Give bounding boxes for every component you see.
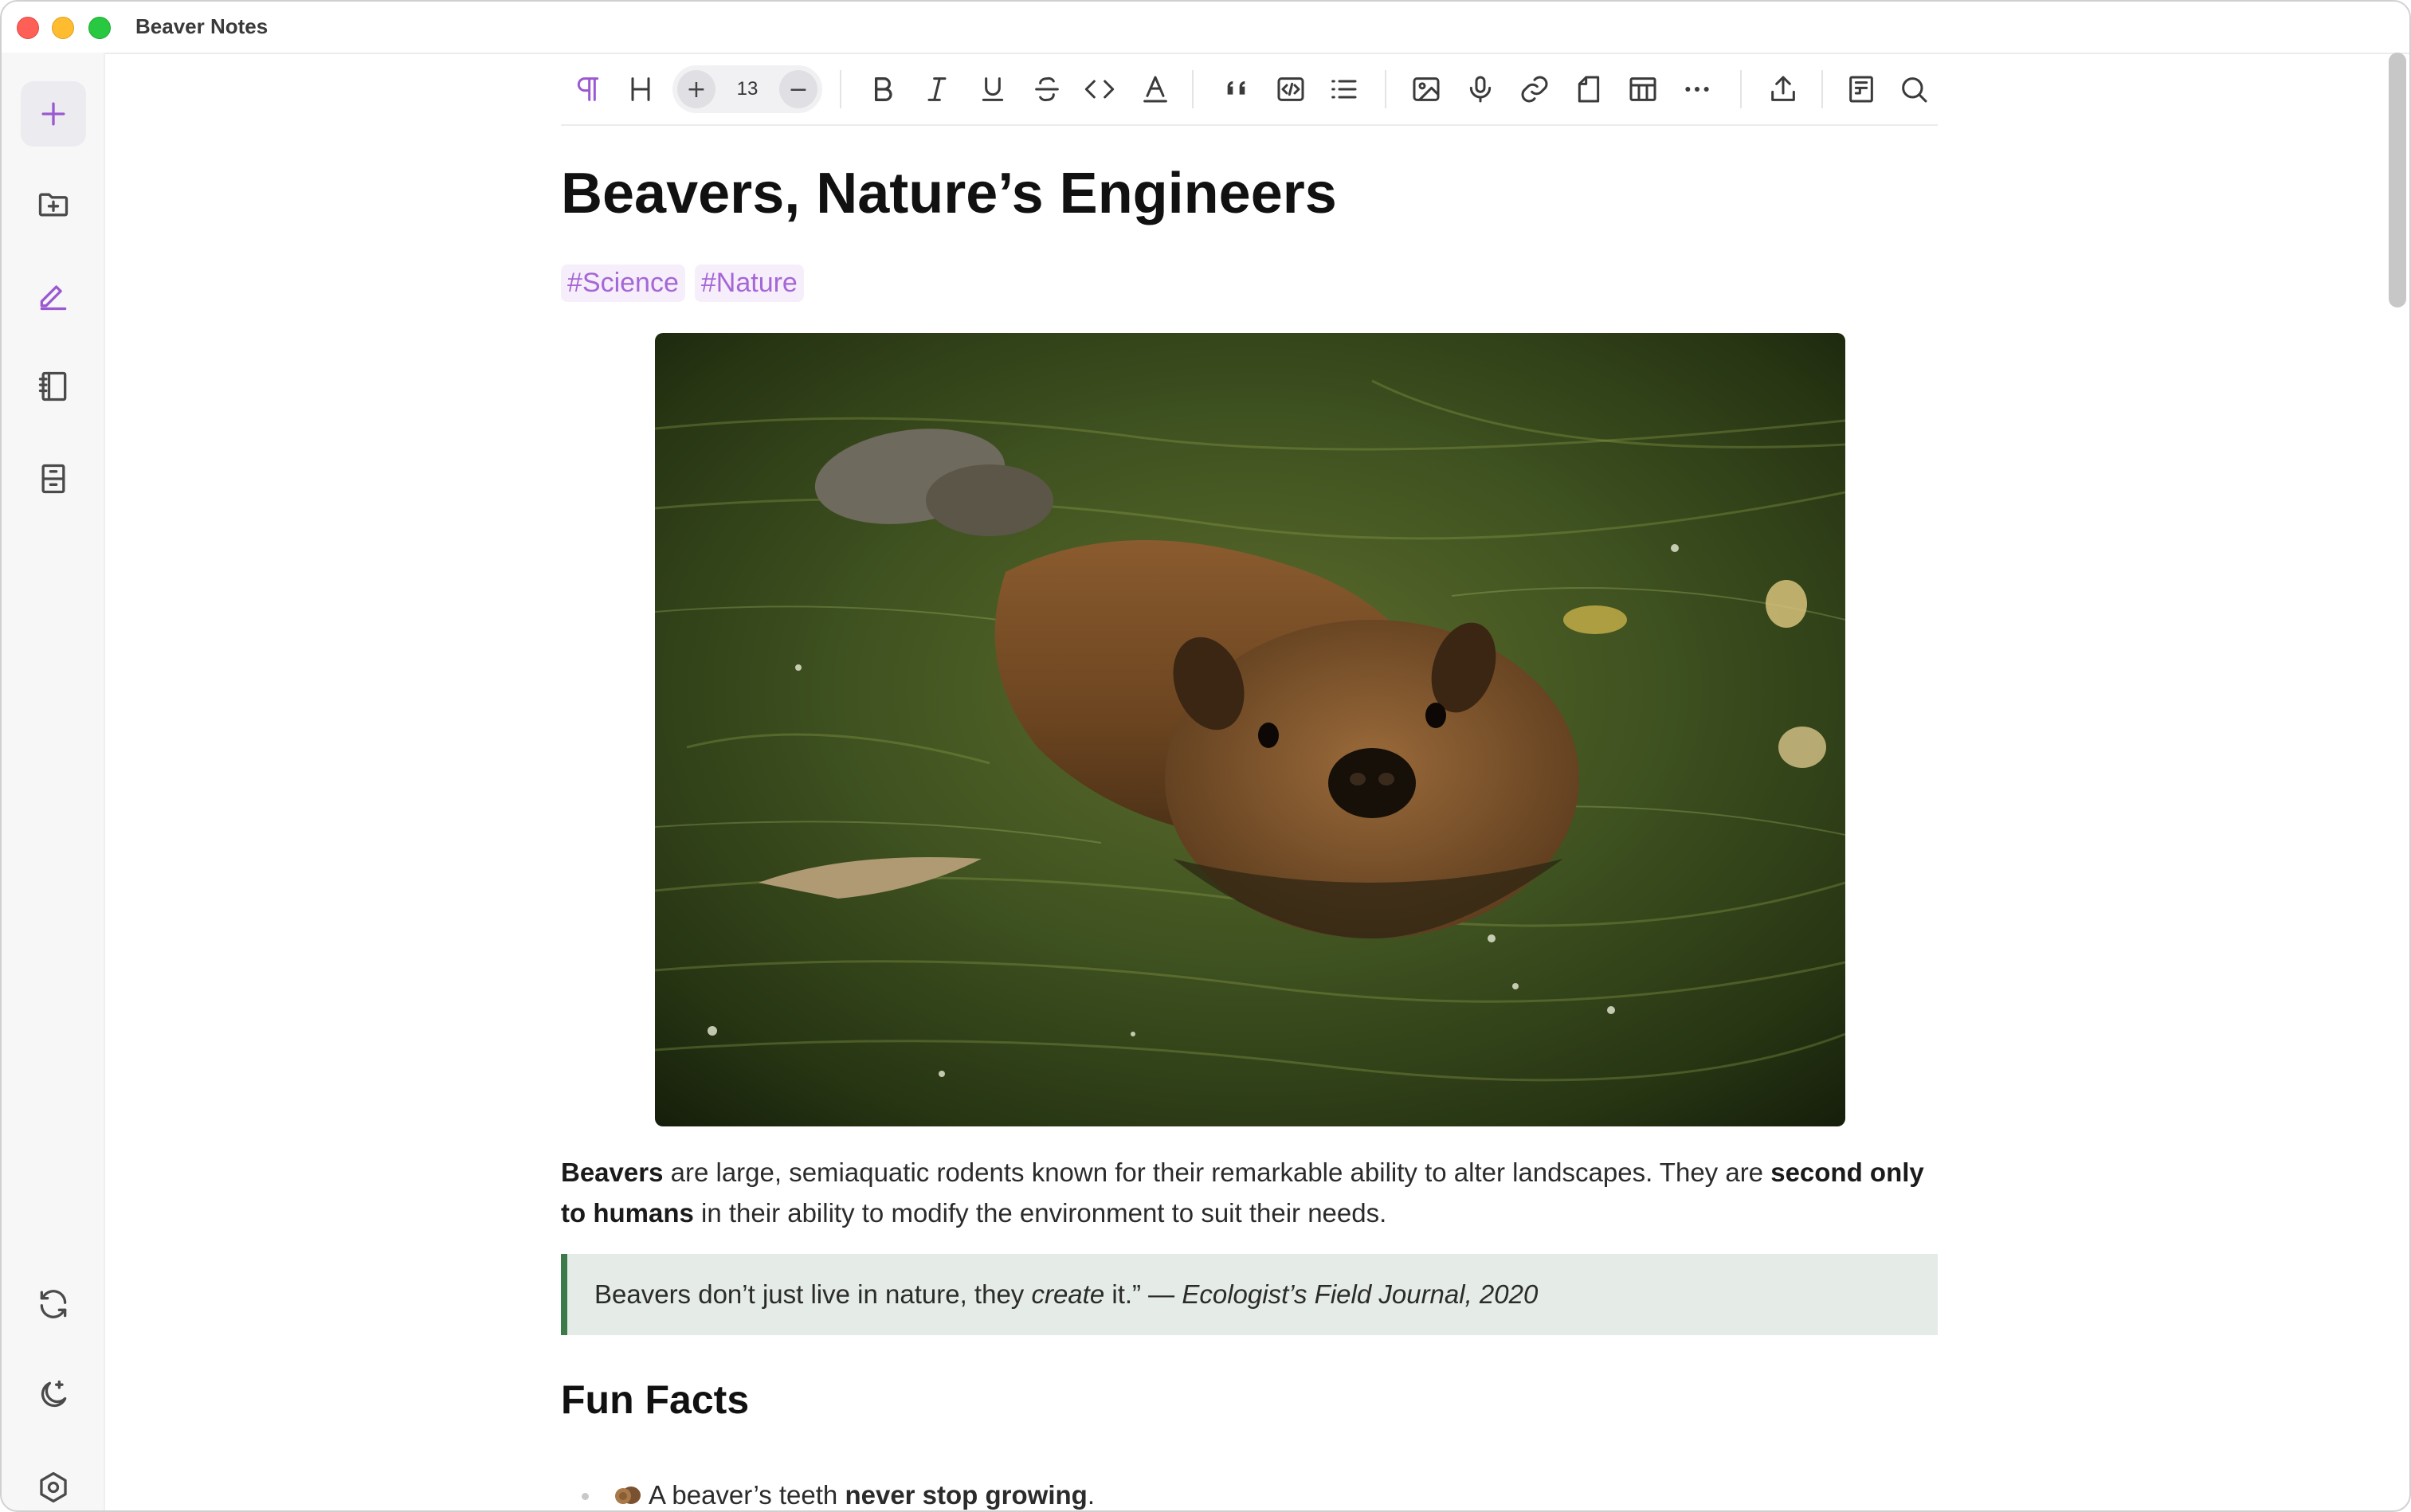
search-icon: [1902, 77, 1927, 103]
code-block-button[interactable]: [1268, 67, 1313, 112]
blockquote[interactable]: Beavers don’t just live in nature, they …: [561, 1254, 1938, 1335]
link-icon: [1521, 76, 1548, 103]
fact-text: .: [1087, 1480, 1095, 1510]
app-window: Beaver Notes + 13 − Beavers, Nature’s En…: [0, 0, 2411, 1512]
paragraph-text: are large, semiaquatic rodents known for…: [663, 1158, 1771, 1187]
fact-bold: never stop growing: [845, 1480, 1088, 1510]
code-icon: [1084, 80, 1115, 99]
note-title[interactable]: Beavers, Nature’s Engineers: [561, 161, 1337, 226]
plus-icon: [41, 102, 65, 126]
strikethrough-button[interactable]: [1025, 67, 1069, 112]
scrollbar[interactable]: [2389, 53, 2406, 307]
toolbar-divider: [1821, 70, 1823, 108]
new-note-button[interactable]: [21, 81, 86, 147]
list-icon: [1331, 80, 1357, 99]
editor-toolbar: + 13 −: [561, 61, 1938, 126]
heading-icon: [631, 77, 650, 101]
insert-file-button[interactable]: [1566, 67, 1611, 112]
toolbar-divider: [840, 70, 841, 108]
fun-facts-list: A beaver’s teeth never stop growing.: [561, 1475, 1095, 1510]
file-icon: [1578, 76, 1600, 103]
close-window-button[interactable]: [17, 17, 39, 39]
image-icon: [1413, 77, 1440, 101]
archive-icon: [41, 464, 65, 494]
notebooks-button[interactable]: [21, 354, 86, 419]
more-icon: [1685, 87, 1709, 92]
sync-icon: [40, 1290, 67, 1318]
wood-log-icon: [615, 1487, 641, 1504]
list-item[interactable]: A beaver’s teeth never stop growing.: [561, 1475, 1095, 1510]
toolbar-divider: [1385, 70, 1386, 108]
intro-paragraph[interactable]: Beavers are large, semiaquatic rodents k…: [561, 1152, 1938, 1233]
app-title: Beaver Notes: [135, 14, 269, 38]
more-options-button[interactable]: [1675, 67, 1719, 112]
reader-mode-button[interactable]: [1839, 67, 1884, 112]
tag-nature[interactable]: #Nature: [694, 264, 804, 302]
sidebar: [2, 53, 105, 1510]
tag-science[interactable]: #Science: [561, 264, 685, 302]
fact-text: A beaver’s teeth: [649, 1480, 845, 1510]
quote-text: Beavers don’t just live in nature, they: [594, 1279, 1032, 1309]
fun-facts-heading[interactable]: Fun Facts: [561, 1377, 749, 1423]
underline-button[interactable]: [970, 67, 1015, 112]
insert-link-button[interactable]: [1512, 67, 1557, 112]
new-folder-button[interactable]: [21, 172, 86, 237]
tag-list: #Science #Nature: [561, 264, 804, 302]
quote-italic-create: create: [1031, 1279, 1105, 1309]
italic-button[interactable]: [915, 67, 959, 112]
table-icon: [1629, 77, 1656, 101]
folder-plus-icon: [38, 193, 69, 217]
bold-button[interactable]: [861, 67, 905, 112]
paragraph-bold-beavers: Beavers: [561, 1158, 664, 1187]
heading-button[interactable]: [618, 67, 663, 112]
settings-button[interactable]: [21, 1455, 86, 1510]
upload-icon: [1771, 76, 1795, 101]
export-button[interactable]: [1761, 67, 1805, 112]
blockquote-button[interactable]: [1216, 67, 1260, 112]
minimize-window-button[interactable]: [52, 17, 74, 39]
italic-icon: [927, 77, 947, 101]
sync-button[interactable]: [21, 1271, 86, 1337]
search-button[interactable]: [1892, 67, 1936, 112]
font-size-increase-button[interactable]: +: [677, 70, 715, 108]
code-block-icon: [1277, 77, 1304, 101]
beaver-image[interactable]: [655, 333, 1845, 1126]
font-size-decrease-button[interactable]: −: [779, 70, 817, 108]
editor-button[interactable]: [21, 263, 86, 328]
paragraph-button[interactable]: [566, 67, 610, 112]
quote-text: it.” —: [1104, 1279, 1182, 1309]
insert-table-button[interactable]: [1621, 67, 1665, 112]
notebook-icon: [38, 371, 67, 402]
font-size-stepper: + 13 −: [672, 65, 822, 113]
maximize-window-button[interactable]: [88, 17, 111, 39]
list-button[interactable]: [1321, 67, 1366, 112]
pencil-icon: [40, 285, 67, 311]
bullet: [582, 1493, 589, 1500]
microphone-icon: [1469, 76, 1492, 103]
toolbar-divider: [1740, 70, 1742, 108]
text-color-icon: [1143, 76, 1167, 103]
font-size-value: 13: [736, 78, 759, 100]
settings-icon: [40, 1471, 67, 1503]
insert-image-button[interactable]: [1404, 67, 1449, 112]
document-icon: [1849, 76, 1873, 103]
pilcrow-icon: [577, 77, 599, 101]
quote-source: Ecologist’s Field Journal, 2020: [1182, 1279, 1539, 1309]
underline-icon: [982, 77, 1004, 101]
toolbar-divider: [1192, 70, 1194, 108]
bold-icon: [875, 77, 892, 102]
inline-code-button[interactable]: [1077, 67, 1122, 112]
record-audio-button[interactable]: [1458, 67, 1503, 112]
theme-toggle-button[interactable]: [21, 1362, 86, 1428]
archive-button[interactable]: [21, 446, 86, 511]
paragraph-text: in their ability to modify the environme…: [693, 1198, 1387, 1228]
title-bar: Beaver Notes: [2, 2, 2409, 54]
text-color-button[interactable]: [1133, 67, 1178, 112]
moon-icon: [41, 1380, 67, 1408]
strikethrough-icon: [1035, 76, 1059, 102]
quote-icon: [1227, 81, 1245, 95]
